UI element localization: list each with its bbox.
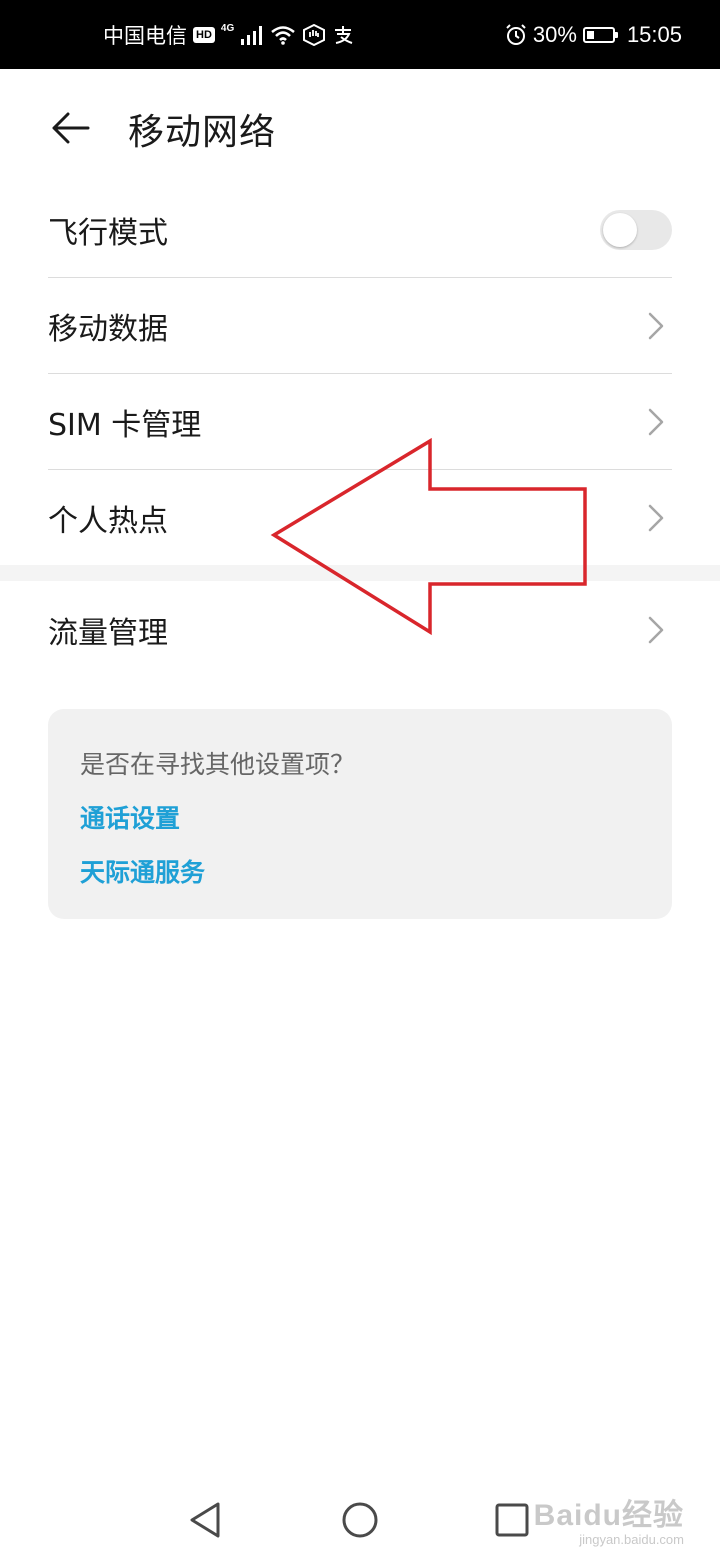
arrow-left-icon	[52, 112, 90, 144]
battery-percent: 30%	[532, 21, 577, 47]
chevron-right-icon	[648, 312, 664, 340]
settings-row-airplane-mode[interactable]: 飞行模式	[48, 182, 672, 278]
hd-icon: HD	[193, 26, 215, 43]
carrier-name: 中国电信	[103, 23, 187, 48]
home-circle-icon[interactable]	[340, 1500, 380, 1540]
page-title: 移动网络	[128, 112, 277, 153]
settings-row-sim-management[interactable]: SIM 卡管理	[48, 374, 672, 470]
watermark-sub: jingyan.baidu.com	[579, 1532, 684, 1547]
link-skytone-service[interactable]: 天际通服务	[80, 853, 205, 889]
airplane-mode-toggle[interactable]	[600, 210, 672, 250]
settings-row-label: SIM 卡管理	[48, 408, 202, 443]
toggle-knob	[603, 213, 637, 247]
alarm-icon	[505, 23, 527, 46]
status-left: 中国电信 HD 4G	[103, 0, 354, 69]
baidu-watermark: Baidu经验 jingyan.baidu.com	[534, 1500, 684, 1548]
chevron-right-icon	[648, 408, 664, 436]
network-type: 4G	[220, 22, 235, 34]
chevron-right-icon	[648, 616, 664, 644]
settings-row-label: 个人热点	[48, 504, 168, 539]
settings-row-label: 流量管理	[48, 616, 168, 651]
back-triangle-icon[interactable]	[186, 1500, 226, 1540]
battery-level	[586, 30, 594, 39]
app-header: 移动网络	[0, 69, 720, 185]
alipay-icon	[332, 25, 354, 45]
status-bar: 中国电信 HD 4G 30% 15:05	[0, 0, 720, 69]
back-button[interactable]	[48, 105, 94, 151]
link-call-settings[interactable]: 通话设置	[80, 799, 180, 835]
settings-row-personal-hotspot[interactable]: 个人热点	[48, 470, 672, 566]
wifi-icon	[270, 25, 296, 45]
settings-row-label: 飞行模式	[48, 216, 168, 251]
recents-square-icon[interactable]	[492, 1500, 532, 1540]
suggestion-title: 是否在寻找其他设置项？	[80, 750, 356, 779]
status-right: 30% 15:05	[505, 0, 682, 69]
chevron-right-icon	[648, 504, 664, 532]
section-separator	[0, 565, 720, 581]
settings-row-mobile-data[interactable]: 移动数据	[48, 278, 672, 374]
suggestion-card: 是否在寻找其他设置项？ 通话设置 天际通服务	[48, 709, 672, 919]
clock: 15:05	[626, 21, 682, 47]
battery-icon	[582, 26, 618, 43]
hand-icon	[302, 23, 326, 46]
settings-row-data-usage[interactable]: 流量管理	[48, 582, 672, 678]
watermark-main: Baidu经验	[533, 1499, 684, 1532]
signal-icon	[240, 25, 264, 45]
settings-row-label: 移动数据	[48, 312, 168, 347]
